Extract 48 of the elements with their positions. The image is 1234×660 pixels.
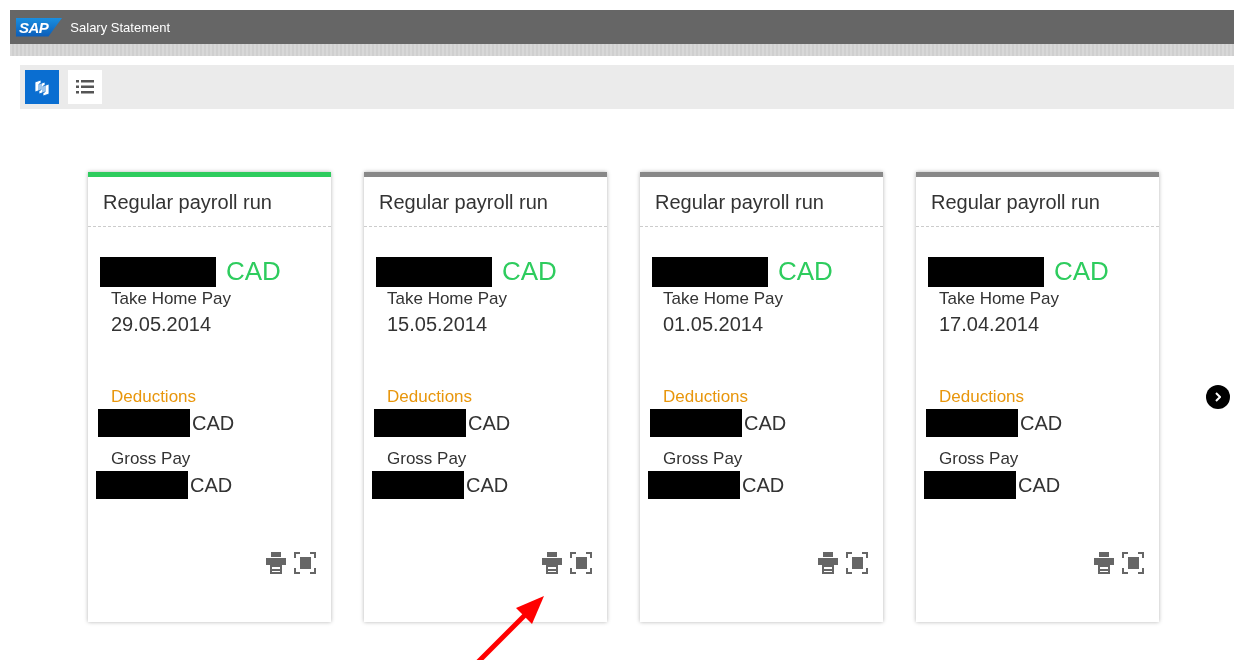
payment-date: 15.05.2014 xyxy=(387,313,489,336)
amount-label: Take Home Pay xyxy=(663,289,784,309)
window-title: Salary Statement xyxy=(70,19,171,35)
payment-date: 17.04.2014 xyxy=(939,313,1041,336)
currency-label: CAD xyxy=(192,411,235,435)
currency-label: CAD xyxy=(778,256,833,287)
statement-card[interactable]: Regular payroll run CAD Take Home Pay 15.05.2014 Deductions CAD Gross Pay CAD xyxy=(364,172,607,622)
gross-pay-label: Gross Pay xyxy=(939,449,1020,469)
tile-view-button[interactable] xyxy=(25,70,59,104)
list-view-button[interactable] xyxy=(68,70,102,104)
deductions-label: Deductions xyxy=(387,387,474,407)
list-icon xyxy=(76,80,94,94)
currency-label: CAD xyxy=(190,473,233,497)
chevron-right-icon xyxy=(1215,392,1221,402)
card-title: Regular payroll run xyxy=(916,177,1159,227)
currency-label: CAD xyxy=(742,473,785,497)
amount-label: Take Home Pay xyxy=(387,289,508,309)
gross-pay-label: Gross Pay xyxy=(387,449,468,469)
deductions-label: Deductions xyxy=(111,387,198,407)
statement-card[interactable]: Regular payroll run CAD Take Home Pay 29.05.2014 Deductions CAD Gross Pay CAD xyxy=(88,172,331,622)
print-icon[interactable] xyxy=(818,552,838,574)
card-title: Regular payroll run xyxy=(640,177,883,227)
currency-label: CAD xyxy=(226,256,281,287)
currency-label: CAD xyxy=(1018,473,1061,497)
card-title: Regular payroll run xyxy=(364,177,607,227)
print-icon[interactable] xyxy=(266,552,286,574)
next-button[interactable] xyxy=(1206,385,1230,409)
currency-label: CAD xyxy=(466,473,509,497)
amount-label: Take Home Pay xyxy=(939,289,1060,309)
print-icon[interactable] xyxy=(1094,552,1114,574)
currency-label: CAD xyxy=(744,411,787,435)
payment-date: 29.05.2014 xyxy=(111,313,213,336)
statement-card[interactable]: Regular payroll run CAD Take Home Pay 17.04.2014 Deductions CAD Gross Pay CAD xyxy=(916,172,1159,622)
currency-label: CAD xyxy=(1020,411,1063,435)
deductions-label: Deductions xyxy=(939,387,1026,407)
tiles-icon xyxy=(33,78,51,96)
gross-pay-label: Gross Pay xyxy=(111,449,192,469)
card-title: Regular payroll run xyxy=(88,177,331,227)
currency-label: CAD xyxy=(468,411,511,435)
payment-date: 01.05.2014 xyxy=(663,313,765,336)
deductions-label: Deductions xyxy=(663,387,750,407)
gross-pay-label: Gross Pay xyxy=(663,449,744,469)
sap-logo: SAP xyxy=(16,17,63,37)
statement-card[interactable]: Regular payroll run CAD Take Home Pay 01.05.2014 Deductions CAD Gross Pay CAD xyxy=(640,172,883,622)
print-icon[interactable] xyxy=(542,552,562,574)
currency-label: CAD xyxy=(502,256,557,287)
currency-label: CAD xyxy=(1054,256,1109,287)
amount-label: Take Home Pay xyxy=(111,289,232,309)
